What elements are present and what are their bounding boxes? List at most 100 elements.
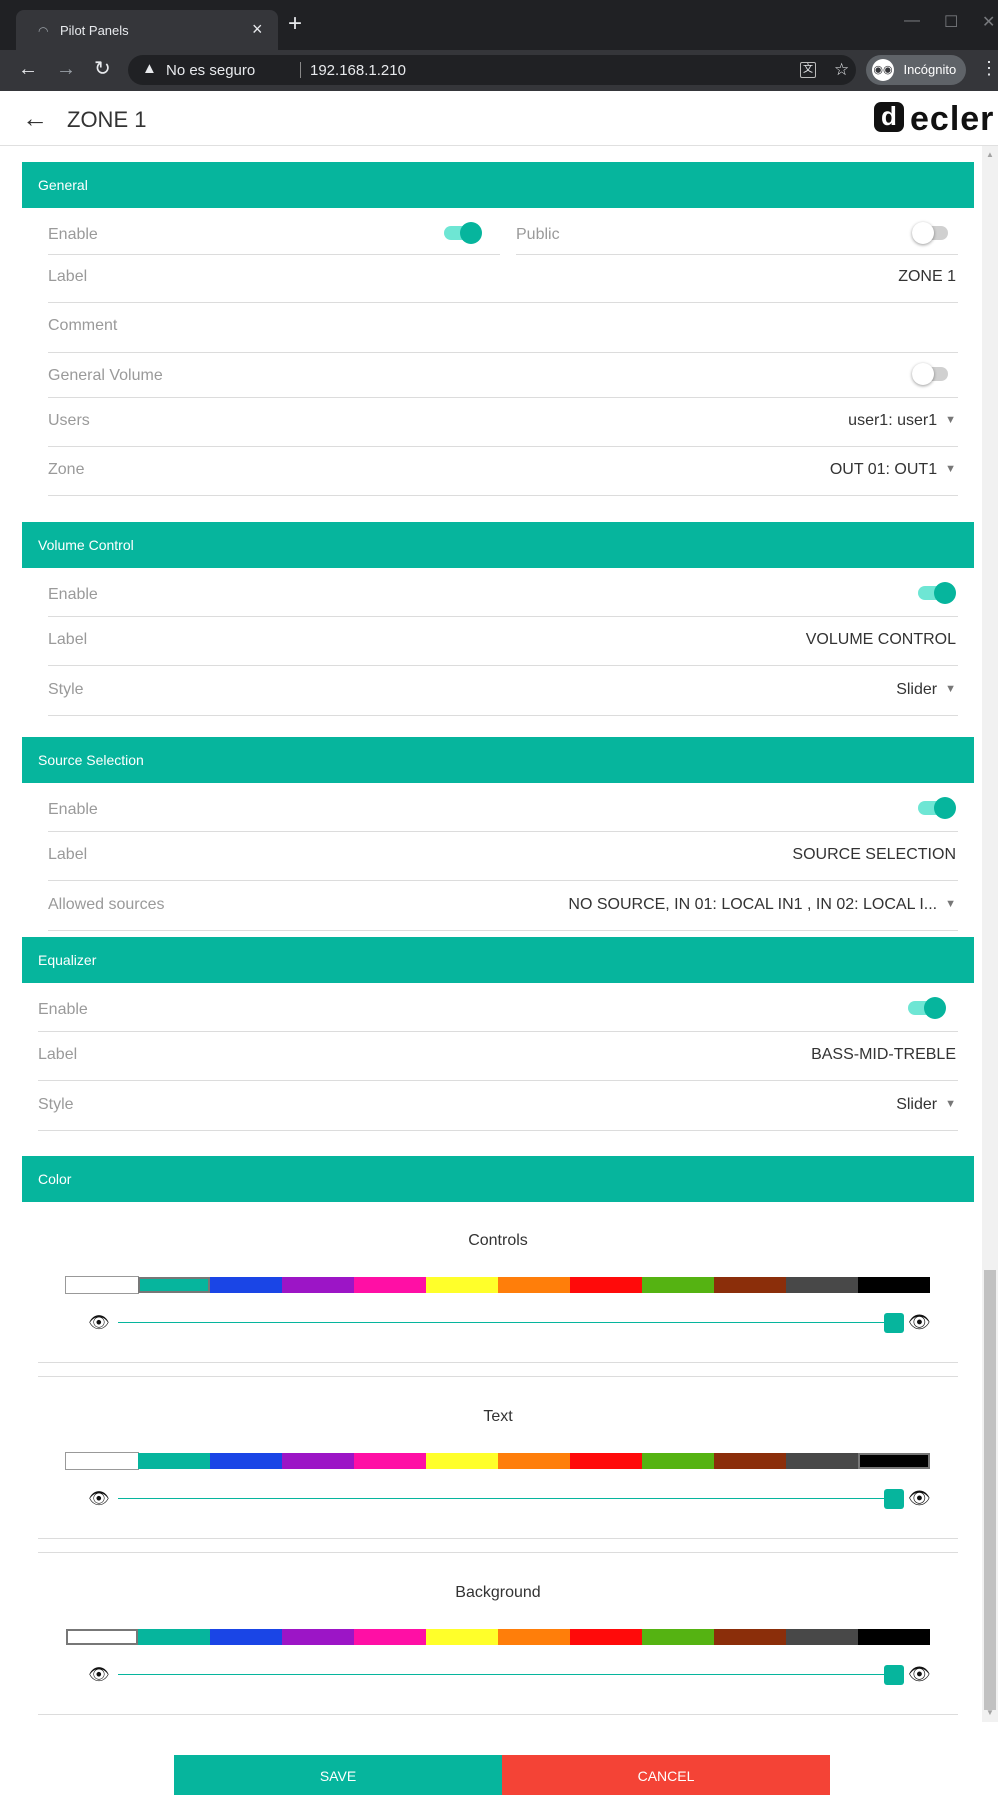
general-comment-label[interactable]: Comment <box>48 317 117 335</box>
scroll-up-icon[interactable]: ▲ <box>986 150 994 159</box>
section-equalizer-header: Equalizer <box>22 937 974 983</box>
reload-icon[interactable]: ↻ <box>94 58 111 80</box>
volume-label-value[interactable]: VOLUME CONTROL <box>806 631 956 649</box>
color-swatch[interactable] <box>786 1277 858 1293</box>
new-tab-icon[interactable]: + <box>288 12 302 36</box>
back-arrow-icon[interactable]: ← <box>22 103 48 134</box>
general-label-value[interactable]: ZONE 1 <box>898 268 956 286</box>
eq-style-select[interactable]: Slider ▼ <box>896 1096 956 1114</box>
forward-icon[interactable]: → <box>56 58 76 80</box>
security-status: No es seguro <box>166 62 256 79</box>
color-swatch[interactable] <box>282 1629 354 1645</box>
back-icon[interactable]: ← <box>18 58 38 80</box>
color-swatch[interactable] <box>642 1277 714 1293</box>
color-swatch[interactable] <box>65 1276 139 1294</box>
scrollbar-thumb[interactable] <box>984 1270 996 1710</box>
color-swatch[interactable] <box>210 1277 282 1293</box>
color-swatch[interactable] <box>138 1453 210 1469</box>
volume-style-label: Style <box>48 681 84 698</box>
translate-icon[interactable]: 文 <box>800 62 816 78</box>
eq-label-value[interactable]: BASS-MID-TREBLE <box>811 1046 956 1064</box>
color-swatch[interactable] <box>498 1453 570 1469</box>
maximize-icon[interactable]: ☐ <box>944 12 958 32</box>
color-swatch[interactable] <box>858 1629 930 1645</box>
row-divider <box>38 1130 958 1131</box>
source-enable-toggle[interactable] <box>918 797 956 819</box>
controls-color-title: Controls <box>468 1232 528 1249</box>
color-swatch[interactable] <box>498 1629 570 1645</box>
color-swatch[interactable] <box>354 1453 426 1469</box>
users-select[interactable]: user1: user1 ▼ <box>848 412 956 430</box>
color-swatch[interactable] <box>354 1277 426 1293</box>
color-swatch[interactable] <box>282 1277 354 1293</box>
row-divider <box>48 397 958 398</box>
color-swatch[interactable] <box>570 1629 642 1645</box>
slider-thumb[interactable] <box>884 1313 904 1333</box>
color-swatch[interactable] <box>426 1277 498 1293</box>
cancel-button[interactable]: CANCEL <box>502 1755 830 1795</box>
row-divider <box>48 665 958 666</box>
general-volume-label: General Volume <box>48 367 163 384</box>
close-tab-icon[interactable]: × <box>252 19 263 40</box>
color-swatch[interactable] <box>282 1453 354 1469</box>
minimize-icon[interactable]: — <box>904 12 920 30</box>
menu-dots-icon[interactable]: ⋮ <box>980 58 998 79</box>
color-swatch[interactable] <box>498 1277 570 1293</box>
eye-icon: 👁 <box>908 1312 931 1332</box>
address-bar[interactable]: ▲ No es seguro 192.168.1.210 <box>128 55 856 85</box>
slider-track <box>118 1498 894 1499</box>
controls-opacity-slider[interactable]: 👁 👁 <box>88 1311 948 1335</box>
zone-select[interactable]: OUT 01: OUT1 ▼ <box>830 461 956 479</box>
color-swatch[interactable] <box>858 1453 930 1469</box>
browser-tab[interactable]: ◠ Pilot Panels × <box>16 10 278 50</box>
eq-enable-toggle[interactable] <box>908 997 946 1019</box>
source-label-value[interactable]: SOURCE SELECTION <box>792 846 956 864</box>
color-swatch[interactable] <box>426 1453 498 1469</box>
text-opacity-slider[interactable]: 👁 👁 <box>88 1487 948 1511</box>
omnibox-divider <box>300 62 301 78</box>
color-swatch[interactable] <box>426 1629 498 1645</box>
color-swatch[interactable] <box>138 1629 210 1645</box>
color-swatch[interactable] <box>354 1629 426 1645</box>
section-color: Color Controls 👁 👁 Text 👁 👁 Background 👁… <box>22 1156 974 1726</box>
allowed-sources-select[interactable]: NO SOURCE, IN 01: LOCAL IN1 , IN 02: LOC… <box>568 896 956 914</box>
color-swatch[interactable] <box>714 1629 786 1645</box>
color-swatch[interactable] <box>570 1453 642 1469</box>
eye-slash-icon: 👁 <box>88 1489 110 1508</box>
color-swatch[interactable] <box>786 1629 858 1645</box>
section-source-header: Source Selection <box>22 737 974 783</box>
color-swatch[interactable] <box>642 1629 714 1645</box>
section-equalizer: Equalizer Enable Label BASS-MID-TREBLE S… <box>22 937 974 1137</box>
color-swatch[interactable] <box>642 1453 714 1469</box>
general-public-toggle[interactable] <box>912 222 950 244</box>
toggle-knob <box>924 997 946 1019</box>
color-swatch[interactable] <box>138 1277 210 1293</box>
color-swatch[interactable] <box>714 1453 786 1469</box>
general-volume-toggle[interactable] <box>912 363 950 385</box>
browser-tab-strip: ◠ Pilot Panels × + — ☐ ✕ <box>0 0 998 50</box>
slider-thumb[interactable] <box>884 1665 904 1685</box>
color-swatch[interactable] <box>858 1277 930 1293</box>
volume-enable-toggle[interactable] <box>918 582 956 604</box>
row-divider <box>38 1538 958 1539</box>
color-swatch[interactable] <box>210 1629 282 1645</box>
scroll-down-icon[interactable]: ▼ <box>986 1708 994 1717</box>
close-window-icon[interactable]: ✕ <box>982 12 995 32</box>
incognito-badge[interactable]: ◉◉ Incógnito <box>866 55 967 85</box>
slider-thumb[interactable] <box>884 1489 904 1509</box>
color-swatch[interactable] <box>786 1453 858 1469</box>
save-button[interactable]: SAVE <box>174 1755 502 1795</box>
color-swatch[interactable] <box>66 1629 138 1645</box>
row-divider <box>38 1362 958 1363</box>
color-swatch[interactable] <box>714 1277 786 1293</box>
color-swatch[interactable] <box>570 1277 642 1293</box>
general-enable-toggle[interactable] <box>444 222 482 244</box>
eq-enable-label: Enable <box>38 1001 88 1018</box>
color-swatch[interactable] <box>210 1453 282 1469</box>
bookmark-star-icon[interactable]: ☆ <box>834 60 849 80</box>
volume-style-select[interactable]: Slider ▼ <box>896 681 956 699</box>
color-swatch[interactable] <box>65 1452 139 1470</box>
row-divider <box>48 880 958 881</box>
background-opacity-slider[interactable]: 👁 👁 <box>88 1663 948 1687</box>
dropdown-caret-icon: ▼ <box>945 898 956 910</box>
